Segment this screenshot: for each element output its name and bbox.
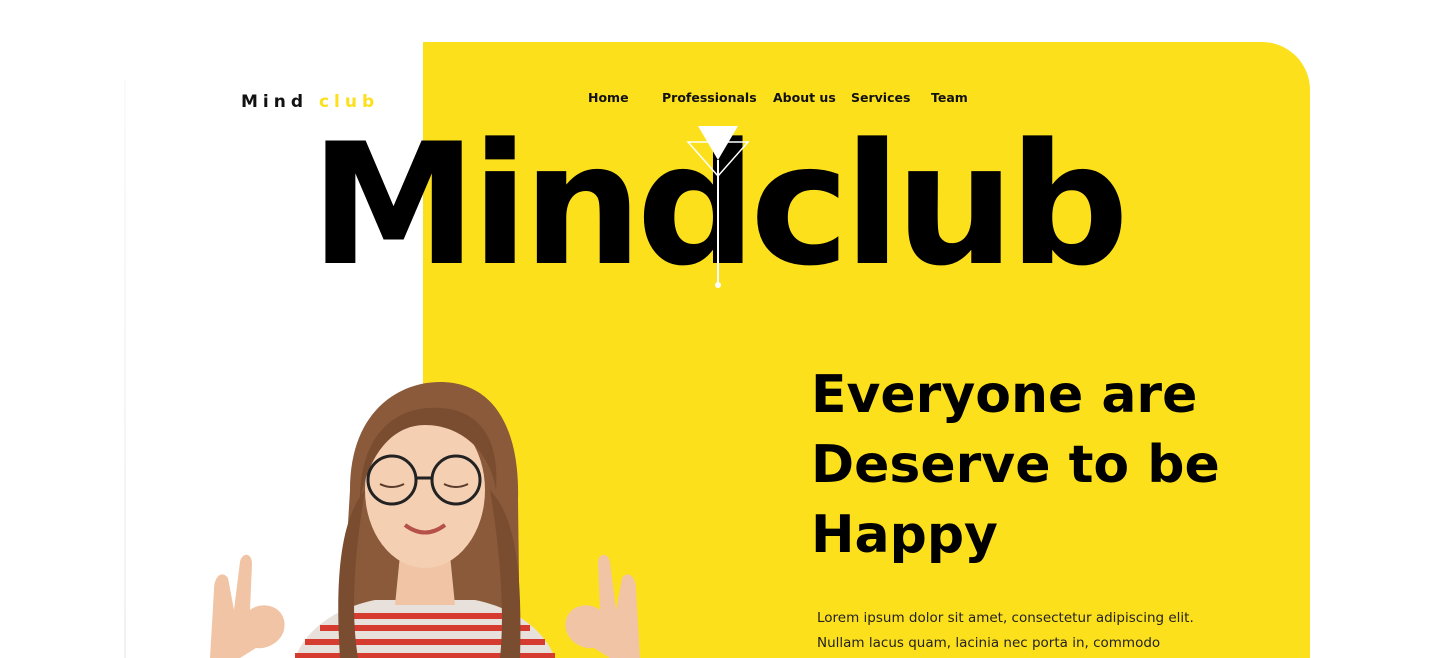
headline-line-2: Deserve to be: [811, 435, 1220, 495]
hero-title-word-club: club: [750, 107, 1129, 303]
hero-woman-photo: [210, 382, 640, 658]
landing-page: Mind club Home Professionals About us Se…: [0, 0, 1433, 658]
cocktail-glass-icon: [686, 126, 750, 288]
hero-headline: Everyone are Deserve to be Happy: [811, 360, 1291, 570]
nav-item-home[interactable]: Home: [588, 90, 629, 105]
headline-line-3: Happy: [811, 505, 998, 565]
left-divider: [124, 80, 126, 658]
hero-title-word-mind: Mind: [310, 107, 757, 303]
nav-item-services[interactable]: Services: [851, 90, 910, 105]
headline-line-1: Everyone are: [811, 365, 1198, 425]
nav-item-professionals[interactable]: Professionals: [662, 90, 757, 105]
nav-item-team[interactable]: Team: [931, 90, 968, 105]
logo-word-primary: Mind: [241, 92, 309, 112]
hero-description: Lorem ipsum dolor sit amet, consectetur …: [817, 610, 1194, 651]
nav-item-about-us[interactable]: About us: [773, 90, 836, 105]
